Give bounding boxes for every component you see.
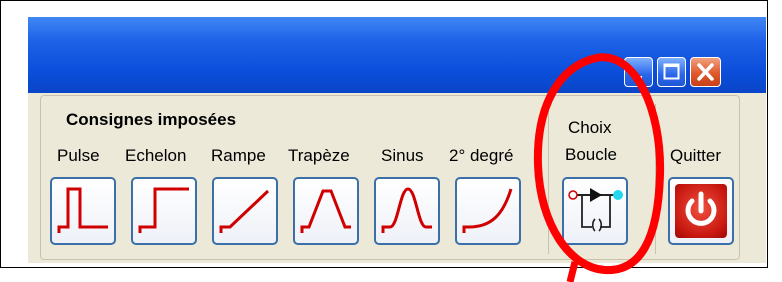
annotation-overlay: [533, 53, 665, 282]
annotation-arrow: [566, 261, 579, 282]
annotation-ellipse: [533, 53, 665, 275]
